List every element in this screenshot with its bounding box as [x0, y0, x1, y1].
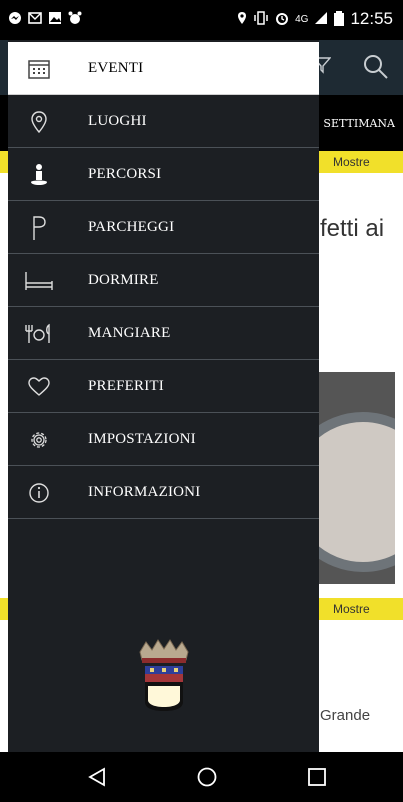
person-route-icon — [24, 162, 54, 188]
drawer-item-label: MANGIARE — [88, 325, 171, 341]
drawer-item-percorsi[interactable]: PERCORSI — [8, 148, 319, 201]
status-bar: 4G 12:55 — [0, 0, 403, 40]
drawer-item-parcheggi[interactable]: PARCHEGGI — [8, 201, 319, 254]
drawer-item-impostazioni[interactable]: IMPOSTAZIONI — [8, 413, 319, 466]
event-image[interactable] — [313, 372, 395, 584]
messenger-icon — [8, 11, 22, 25]
vibrate-icon — [253, 10, 269, 28]
network-type: 4G — [295, 13, 309, 25]
alarm-clock-icon — [275, 11, 289, 28]
heart-icon — [24, 374, 54, 400]
battery-icon — [334, 10, 345, 29]
city-emblem-logo — [136, 638, 192, 718]
drawer-item-label: EVENTI — [88, 60, 144, 76]
drawer-item-luoghi[interactable]: LUOGHI — [8, 95, 319, 148]
clock: 12:55 — [350, 9, 393, 28]
gear-icon — [24, 427, 54, 453]
mail-icon — [28, 11, 42, 25]
drawer-item-label: DORMIRE — [88, 272, 159, 288]
event-title[interactable]: fetti ai — [320, 215, 384, 243]
calendar-icon — [24, 56, 54, 82]
category-label: Mostre — [333, 602, 370, 616]
parking-icon — [24, 215, 54, 241]
bed-icon — [24, 268, 54, 294]
search-icon[interactable] — [363, 54, 389, 80]
signal-icon — [314, 11, 328, 28]
drawer-item-label: INFORMAZIONI — [88, 484, 201, 500]
drawer-item-label: PARCHEGGI — [88, 219, 175, 235]
location-icon — [237, 11, 247, 28]
drawer-item-mangiare[interactable]: MANGIARE — [8, 307, 319, 360]
system-indicators: 4G 12:55 — [237, 9, 393, 29]
system-navigation-bar — [0, 752, 403, 802]
drawer-item-preferiti[interactable]: PREFERITI — [8, 360, 319, 413]
event-title[interactable]: Grande — [320, 707, 370, 724]
location-pin-icon — [24, 109, 54, 135]
drawer-item-label: IMPOSTAZIONI — [88, 431, 196, 447]
recent-apps-icon[interactable] — [306, 766, 328, 788]
category-label: Mostre — [333, 155, 370, 169]
cutlery-icon — [24, 321, 54, 347]
alarm-icon — [68, 11, 82, 25]
back-icon[interactable] — [86, 766, 108, 788]
drawer-item-informazioni[interactable]: INFORMAZIONI — [8, 466, 319, 519]
drawer-item-eventi[interactable]: EVENTI — [8, 42, 319, 95]
image-icon — [48, 11, 62, 25]
home-icon[interactable] — [196, 766, 218, 788]
drawer-item-label: LUOGHI — [88, 113, 147, 129]
info-icon — [24, 480, 54, 506]
drawer-item-label: PREFERITI — [88, 378, 164, 394]
notification-icons — [8, 11, 82, 25]
drawer-item-label: PERCORSI — [88, 166, 162, 182]
drawer-item-dormire[interactable]: DORMIRE — [8, 254, 319, 307]
navigation-drawer: EVENTI LUOGHI PERCORSI PARCHEGGI DORMIRE… — [8, 40, 319, 752]
tab-settimana[interactable]: SETTIMANA — [323, 117, 395, 130]
